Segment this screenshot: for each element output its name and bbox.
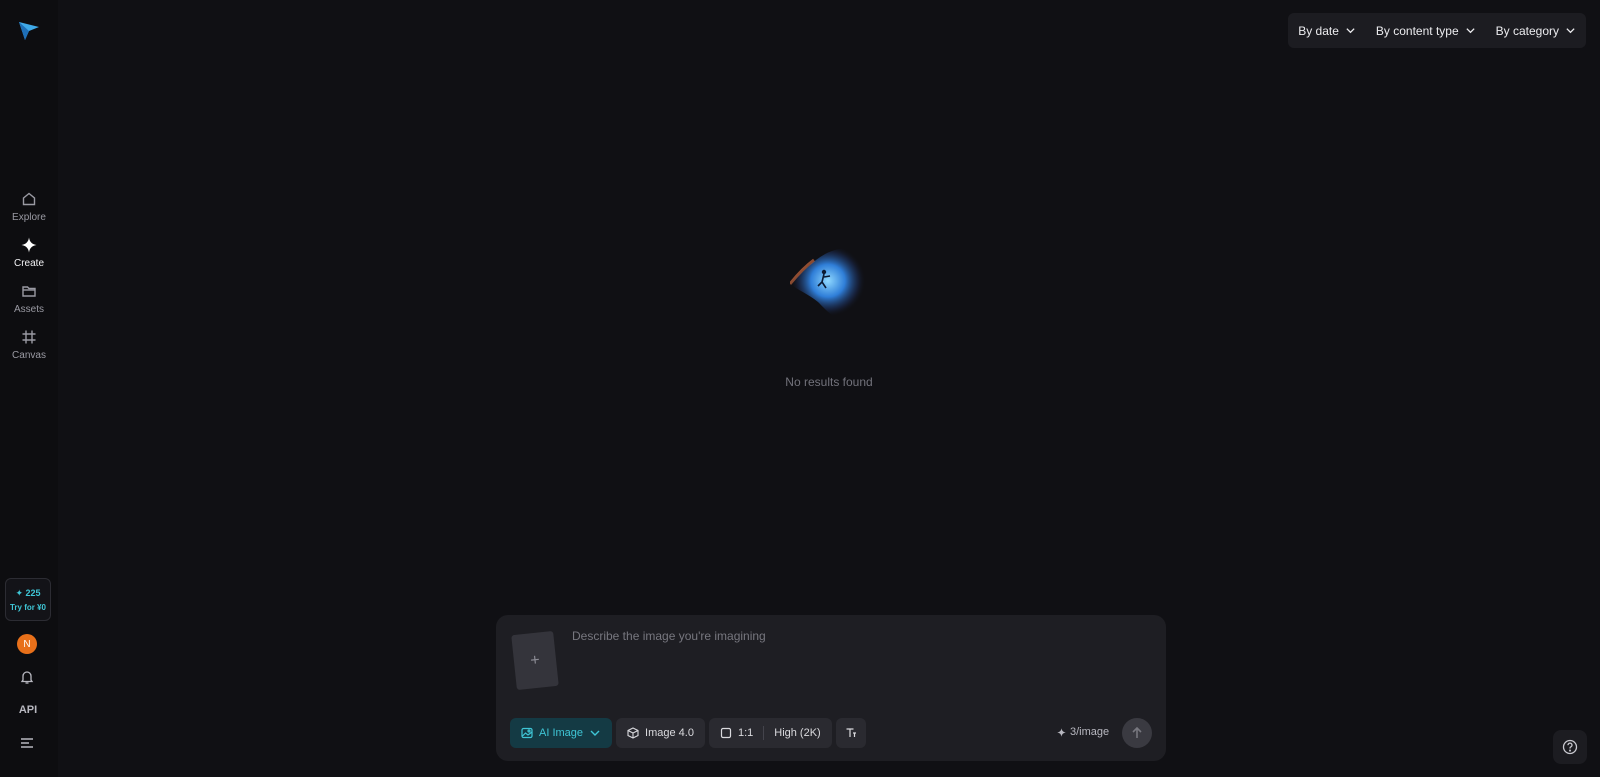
quality-label: High (2K) xyxy=(774,727,821,739)
sidebar-item-assets[interactable]: Assets xyxy=(4,282,54,315)
plus-icon: + xyxy=(529,651,541,669)
model-select[interactable]: Image 4.0 xyxy=(616,718,705,748)
question-icon xyxy=(1562,739,1578,755)
app-root: Explore Create Assets Canvas ✦ 225 Try f… xyxy=(0,0,1600,777)
image-upload-button[interactable]: + xyxy=(511,630,559,691)
sparkle-icon xyxy=(20,236,38,254)
filter-by-content-type[interactable]: By content type xyxy=(1376,24,1476,38)
composer-toolbar: AI Image Image 4.0 1:1 High (2K) xyxy=(510,718,866,748)
chevron-down-icon xyxy=(1466,28,1475,34)
credits-badge[interactable]: ✦ 225 Try for ¥0 xyxy=(5,578,51,621)
sidebar-item-explore[interactable]: Explore xyxy=(4,190,54,223)
folder-icon xyxy=(20,282,38,300)
empty-state-illustration xyxy=(790,248,866,321)
sidebar-item-canvas[interactable]: Canvas xyxy=(4,328,54,361)
aspect-label: 1:1 xyxy=(737,727,754,739)
sidebar-item-create[interactable]: Create xyxy=(4,236,54,269)
text-style-button[interactable] xyxy=(835,718,866,748)
filter-by-date[interactable]: By date xyxy=(1298,24,1356,38)
filter-by-category[interactable]: By category xyxy=(1496,24,1576,38)
divider xyxy=(763,726,765,740)
mode-select[interactable]: AI Image xyxy=(510,718,613,748)
cost-label: 3/image xyxy=(1070,726,1110,738)
arrow-up-icon xyxy=(1132,726,1142,738)
empty-state-message: No results found xyxy=(785,375,873,389)
send-button[interactable] xyxy=(1122,718,1152,748)
sidebar-nav: Explore Create Assets Canvas xyxy=(4,190,54,361)
image-icon xyxy=(521,727,533,739)
sidebar-item-label: Assets xyxy=(13,304,44,315)
filter-label: By category xyxy=(1495,23,1559,38)
filter-label: By date xyxy=(1298,23,1339,38)
menu-icon[interactable] xyxy=(20,737,34,749)
crop-icon xyxy=(20,328,38,346)
chevron-down-icon xyxy=(1346,28,1355,34)
avatar[interactable]: N xyxy=(17,634,37,654)
prompt-composer: + AI Image Image 4.0 1:1 High (2K) xyxy=(496,615,1166,761)
sidebar-item-label: Canvas xyxy=(12,350,46,361)
filter-label: By content type xyxy=(1375,23,1459,38)
model-label: Image 4.0 xyxy=(645,727,694,739)
cube-icon xyxy=(627,727,639,739)
home-icon xyxy=(20,190,38,208)
mode-label: AI Image xyxy=(539,727,584,739)
aspect-quality-select[interactable]: 1:1 High (2K) xyxy=(708,718,832,748)
logo-icon[interactable] xyxy=(17,18,41,42)
chevron-down-icon xyxy=(590,730,600,736)
credits-cta: Try for ¥0 xyxy=(9,602,46,612)
credits-count: ✦ 225 xyxy=(15,587,41,598)
chevron-down-icon xyxy=(1566,28,1575,34)
sparkle-icon xyxy=(1057,727,1066,737)
cost-indicator: 3/image xyxy=(1057,726,1109,738)
filter-bar: By date By content type By category xyxy=(1288,13,1586,48)
bell-icon[interactable] xyxy=(19,669,35,685)
prompt-input[interactable] xyxy=(572,629,1142,689)
sidebar-item-label: Explore xyxy=(12,212,46,223)
sidebar-item-label: Create xyxy=(13,258,44,269)
api-link[interactable]: API xyxy=(14,704,42,716)
text-format-icon xyxy=(846,728,856,737)
help-button[interactable] xyxy=(1553,730,1587,764)
square-icon xyxy=(720,727,732,739)
